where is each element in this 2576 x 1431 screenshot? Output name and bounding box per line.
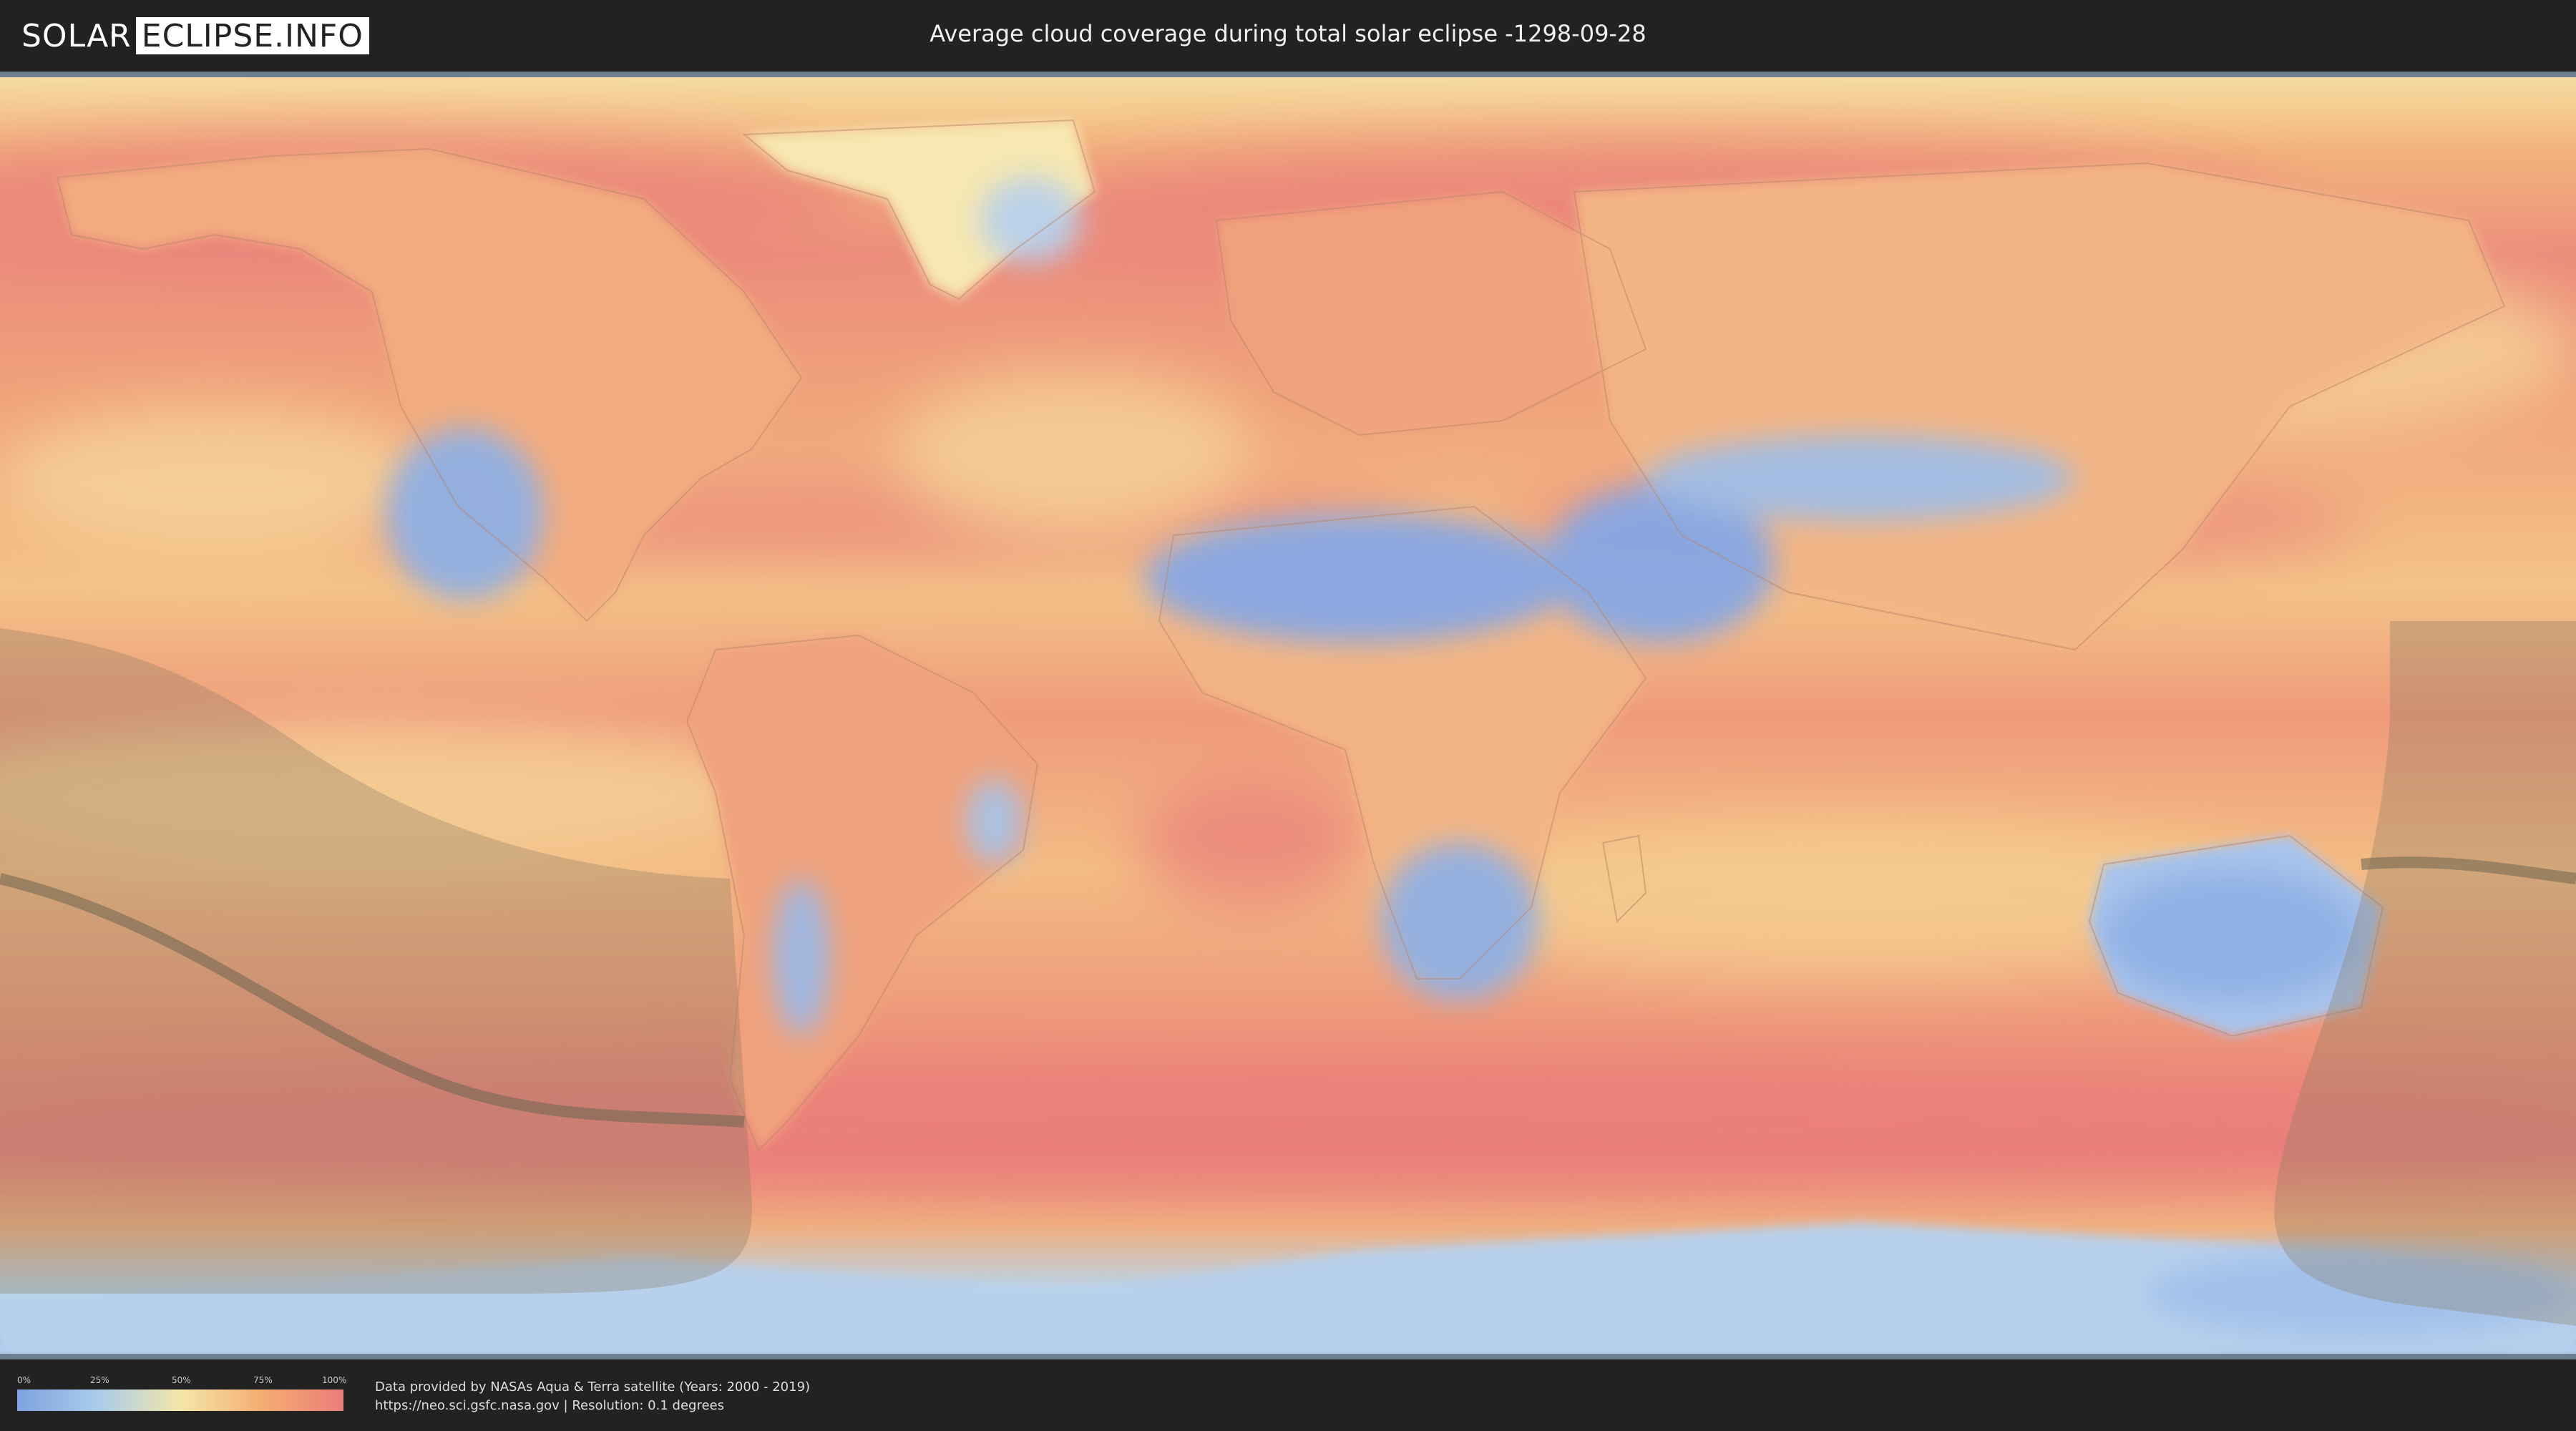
legend-tick-50: 50% xyxy=(172,1375,191,1385)
cloud-coverage-map[interactable] xyxy=(0,77,2576,1354)
legend-tick-100: 100% xyxy=(322,1375,347,1385)
clear-sky-australia xyxy=(2104,871,2361,1000)
clear-sky-southwest-us xyxy=(386,428,544,600)
credit-line-url: https://neo.sci.gsfc.nasa.gov | Resoluti… xyxy=(375,1398,724,1413)
world-map-svg xyxy=(0,77,2576,1354)
clear-sky-southern-africa xyxy=(1381,843,1538,1000)
clear-sky-central-asia xyxy=(1646,435,2075,521)
clear-sky-brazil-east xyxy=(966,778,1023,864)
legend-tick-25: 25% xyxy=(90,1375,109,1385)
clear-sky-greenland xyxy=(980,177,1080,263)
page-title: Average cloud coverage during total sola… xyxy=(930,20,1646,47)
legend-ticks: 0% 25% 50% 75% 100% xyxy=(17,1375,347,1385)
legend-tick-0: 0% xyxy=(17,1375,31,1385)
legend-tick-75: 75% xyxy=(253,1375,273,1385)
credit-line-source: Data provided by NASAs Aqua & Terra sate… xyxy=(375,1379,811,1395)
header: SOLAR ECLIPSE.INFO Average cloud coverag… xyxy=(0,0,2576,72)
cloud-coverage-legend-bar xyxy=(17,1390,343,1411)
data-credit: Data provided by NASAs Aqua & Terra sate… xyxy=(375,1378,810,1415)
clear-sky-atacama xyxy=(773,879,830,1036)
